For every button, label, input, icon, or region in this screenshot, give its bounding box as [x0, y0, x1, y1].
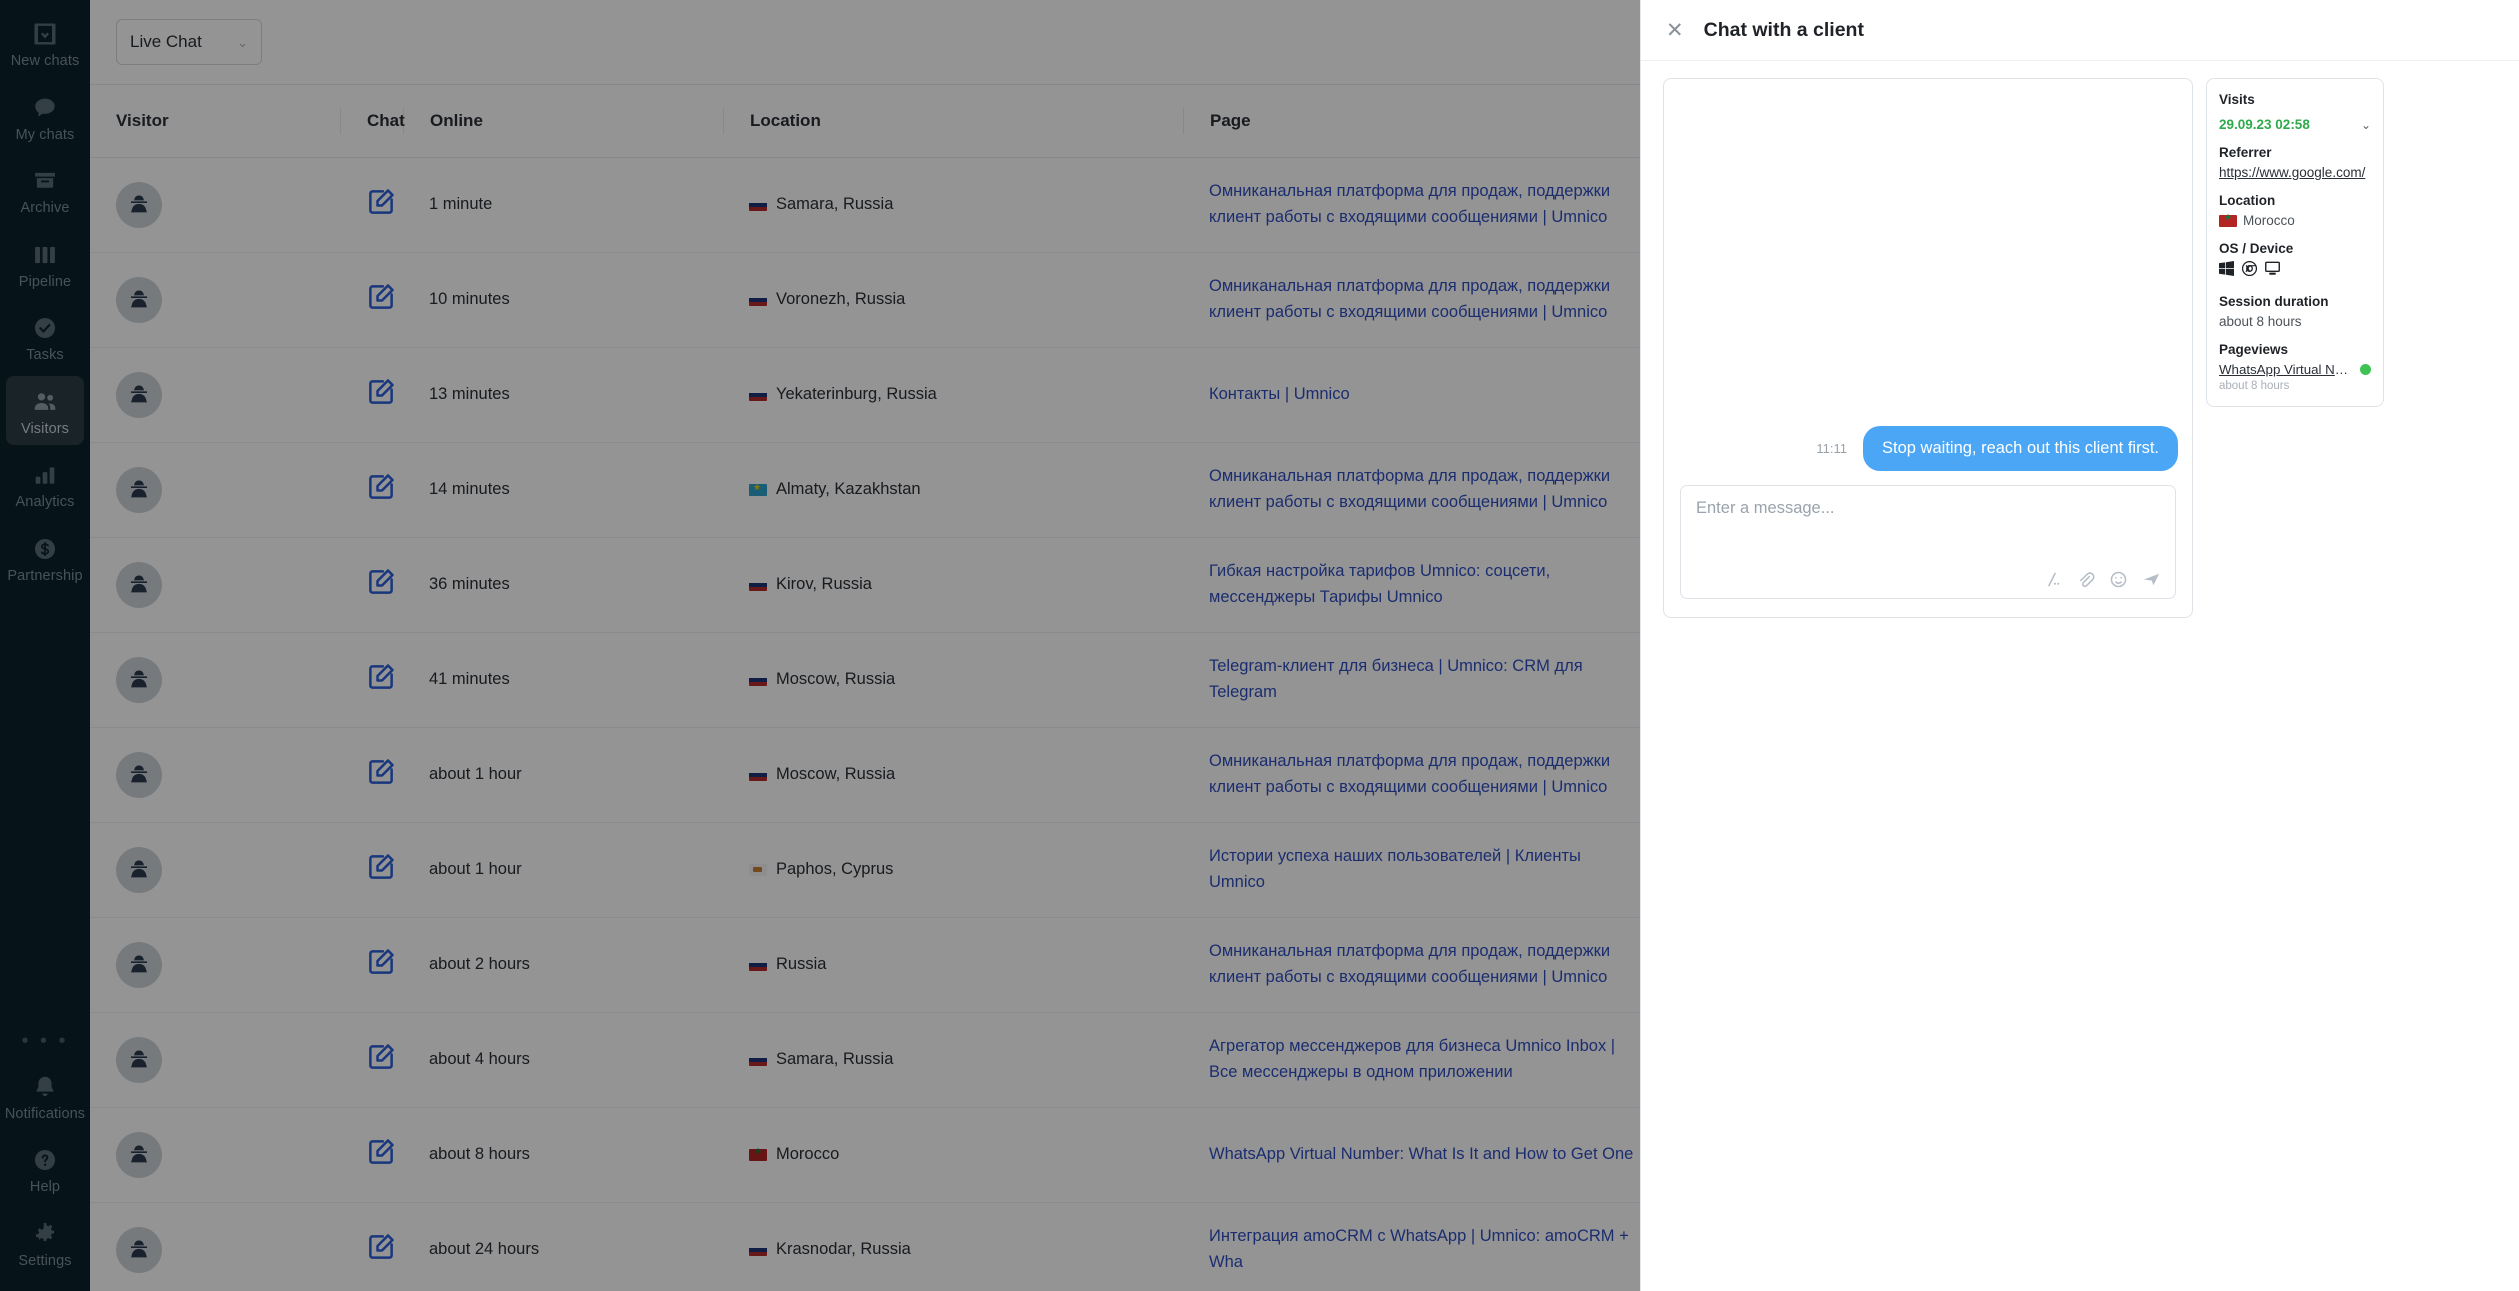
chrome-icon — [2241, 260, 2258, 281]
referrer-link[interactable]: https://www.google.com/ — [2219, 165, 2371, 180]
send-icon[interactable] — [2142, 570, 2161, 589]
message-list: 11:11 Stop waiting, reach out this clien… — [1664, 79, 2192, 485]
close-icon[interactable]: ✕ — [1666, 20, 1684, 41]
quick-reply-icon[interactable] — [2043, 570, 2062, 589]
os-device-heading: OS / Device — [2219, 241, 2294, 256]
location-heading: Location — [2219, 193, 2276, 208]
message-input-placeholder[interactable]: Enter a message... — [1696, 499, 2160, 518]
app-root: New chats My chats Archive Pipeline Tasks Vis… — [0, 0, 2519, 1291]
desktop-icon — [2265, 261, 2280, 281]
chat-panel-title: Chat with a client — [1703, 18, 1864, 41]
message-row: 11:11 Stop waiting, reach out this clien… — [1664, 426, 2178, 471]
pageviews-heading: Pageviews — [2219, 342, 2289, 357]
visit-date: 29.09.23 02:58 — [2219, 117, 2310, 132]
chevron-down-icon[interactable]: ⌄ — [2361, 118, 2371, 132]
attachment-icon[interactable] — [2076, 570, 2095, 589]
modal-backdrop[interactable] — [0, 0, 1640, 1291]
session-duration-value: about 8 hours — [2219, 314, 2302, 329]
session-duration-heading: Session duration — [2219, 294, 2329, 309]
os-device-icons — [2219, 260, 2371, 281]
chat-card: 11:11 Stop waiting, reach out this clien… — [1663, 78, 2193, 618]
pageview-link[interactable]: WhatsApp Virtual Number: ... — [2219, 362, 2354, 377]
pageview-row: WhatsApp Virtual Number: ... — [2219, 362, 2371, 377]
referrer-heading: Referrer — [2219, 145, 2272, 160]
chat-panel-body: 11:11 Stop waiting, reach out this clien… — [1641, 61, 2519, 618]
visit-entry[interactable]: 29.09.23 02:58 ⌄ — [2219, 117, 2371, 132]
chat-panel-header: ✕ Chat with a client — [1641, 0, 2519, 61]
message-composer[interactable]: Enter a message... — [1680, 485, 2176, 599]
visits-heading: Visits — [2219, 92, 2255, 107]
location-value-row: Morocco — [2219, 211, 2371, 228]
pageview-time: about 8 hours — [2219, 380, 2290, 392]
visitor-info-card: Visits 29.09.23 02:58 ⌄ Referrer https:/… — [2206, 78, 2384, 407]
composer-icon-row — [2043, 570, 2161, 589]
location-value: Morocco — [2243, 213, 2295, 228]
flag-morocco-icon — [2219, 211, 2237, 227]
chat-panel: ✕ Chat with a client 11:11 Stop waiting,… — [1640, 0, 2519, 1291]
online-status-dot — [2360, 364, 2371, 375]
message-timestamp: 11:11 — [1816, 441, 1848, 456]
outgoing-message-bubble: Stop waiting, reach out this client firs… — [1863, 426, 2178, 471]
emoji-icon[interactable] — [2109, 570, 2128, 589]
windows-icon — [2219, 261, 2234, 281]
